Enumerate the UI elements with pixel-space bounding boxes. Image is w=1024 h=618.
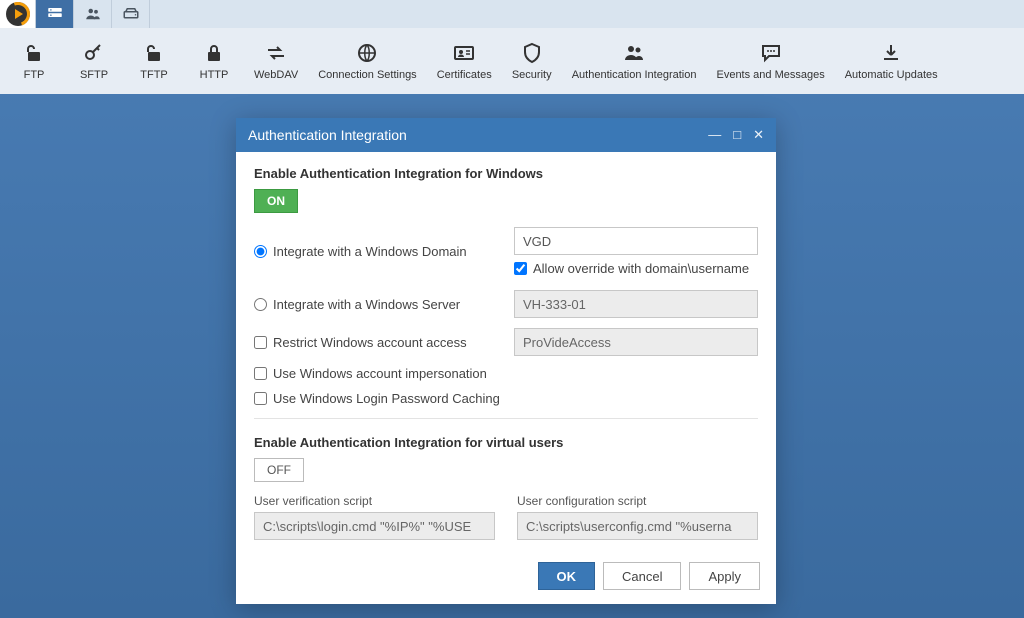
impersonation-checkbox[interactable] — [254, 367, 267, 380]
toolbar-ftp[interactable]: FTP — [4, 41, 64, 81]
cancel-button[interactable]: Cancel — [603, 562, 681, 590]
radio-server[interactable] — [254, 298, 267, 311]
transfer-icon — [264, 41, 288, 65]
windows-toggle[interactable]: ON — [254, 189, 298, 213]
toolbar-certificates[interactable]: Certificates — [427, 41, 502, 81]
toolbar-item-label: FTP — [24, 69, 45, 81]
verification-script-input — [254, 512, 495, 540]
key-icon — [82, 41, 106, 65]
close-icon[interactable]: ✕ — [753, 127, 764, 143]
radio-server-label: Integrate with a Windows Server — [273, 297, 460, 312]
unlock-icon — [22, 41, 46, 65]
restrict-access-checkbox[interactable] — [254, 336, 267, 349]
radio-domain-label: Integrate with a Windows Domain — [273, 244, 467, 259]
chat-icon — [759, 41, 783, 65]
minimize-icon[interactable]: — — [708, 127, 721, 143]
lock-icon — [202, 41, 226, 65]
restrict-group-input — [514, 328, 758, 356]
users-tab[interactable] — [74, 0, 112, 28]
virtual-section-header: Enable Authentication Integration for vi… — [254, 435, 758, 450]
drive-icon — [122, 5, 140, 23]
toolbar-item-label: HTTP — [200, 69, 229, 81]
section-divider — [254, 418, 758, 419]
server-tab[interactable] — [36, 0, 74, 28]
storage-tab[interactable] — [112, 0, 150, 28]
apply-button[interactable]: Apply — [689, 562, 760, 590]
configuration-script-label: User configuration script — [517, 494, 758, 508]
play-logo-icon — [6, 2, 30, 26]
toolbar-item-label: SFTP — [80, 69, 108, 81]
top-tab-strip — [0, 0, 1024, 28]
id-card-icon — [452, 41, 476, 65]
users-icon — [84, 5, 102, 23]
impersonation-label: Use Windows account impersonation — [273, 366, 487, 381]
password-cache-label: Use Windows Login Password Caching — [273, 391, 500, 406]
toolbar-connection-settings[interactable]: Connection Settings — [308, 41, 426, 81]
ok-button[interactable]: OK — [538, 562, 596, 590]
virtual-toggle[interactable]: OFF — [254, 458, 304, 482]
restrict-access-label: Restrict Windows account access — [273, 335, 467, 350]
toolbar-events[interactable]: Events and Messages — [706, 41, 834, 81]
toolbar-item-label: Certificates — [437, 69, 492, 81]
domain-input[interactable] — [514, 227, 758, 255]
dialog-title: Authentication Integration — [248, 127, 708, 143]
toolbar-updates[interactable]: Automatic Updates — [835, 41, 948, 81]
toolbar-security[interactable]: Security — [502, 41, 562, 81]
toolbar-item-label: WebDAV — [254, 69, 298, 81]
maximize-icon[interactable]: □ — [733, 127, 741, 143]
toolbar-item-label: Automatic Updates — [845, 69, 938, 81]
verification-script-label: User verification script — [254, 494, 495, 508]
toolbar-auth-integration[interactable]: Authentication Integration — [562, 41, 707, 81]
server-input — [514, 290, 758, 318]
download-icon — [879, 41, 903, 65]
toolbar-item-label: Connection Settings — [318, 69, 416, 81]
allow-override-label: Allow override with domain\username — [533, 261, 749, 276]
auth-integration-dialog: Authentication Integration — □ ✕ Enable … — [236, 118, 776, 604]
allow-override-checkbox[interactable] — [514, 262, 527, 275]
toolbar: FTP SFTP TFTP HTTP WebDAV Connection Set… — [0, 28, 1024, 94]
users-icon — [622, 41, 646, 65]
toolbar-http[interactable]: HTTP — [184, 41, 244, 81]
toolbar-item-label: Security — [512, 69, 552, 81]
dialog-body: Enable Authentication Integration for Wi… — [236, 152, 776, 550]
radio-domain[interactable] — [254, 245, 267, 258]
toolbar-item-label: TFTP — [140, 69, 168, 81]
globe-icon — [355, 41, 379, 65]
toolbar-item-label: Events and Messages — [716, 69, 824, 81]
shield-icon — [520, 41, 544, 65]
logo-tab[interactable] — [0, 0, 36, 28]
toolbar-webdav[interactable]: WebDAV — [244, 41, 308, 81]
toolbar-sftp[interactable]: SFTP — [64, 41, 124, 81]
toolbar-item-label: Authentication Integration — [572, 69, 697, 81]
server-icon — [46, 5, 64, 23]
toolbar-tftp[interactable]: TFTP — [124, 41, 184, 81]
password-cache-checkbox[interactable] — [254, 392, 267, 405]
windows-section-header: Enable Authentication Integration for Wi… — [254, 166, 758, 181]
dialog-titlebar[interactable]: Authentication Integration — □ ✕ — [236, 118, 776, 152]
configuration-script-input — [517, 512, 758, 540]
dialog-footer: OK Cancel Apply — [236, 550, 776, 604]
unlock-icon — [142, 41, 166, 65]
